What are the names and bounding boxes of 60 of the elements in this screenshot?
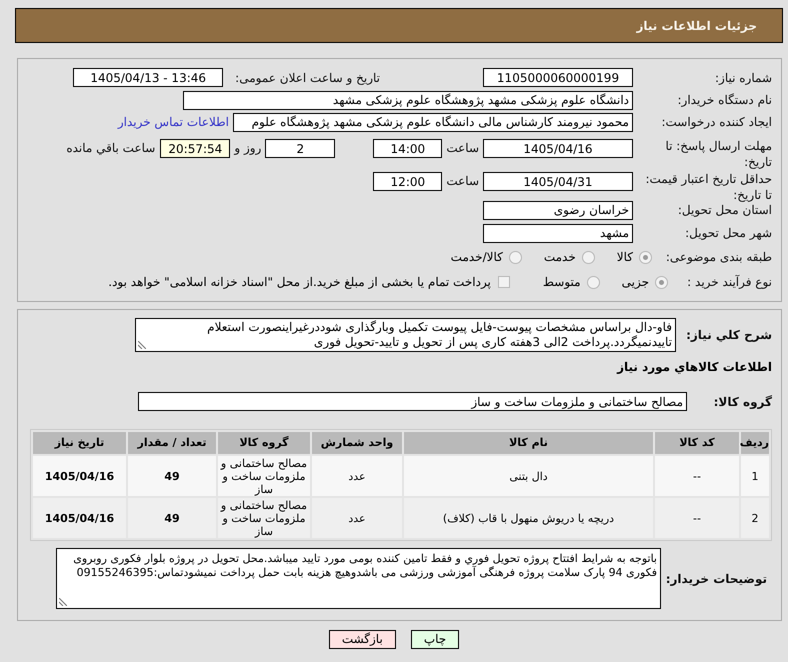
section-title: اطلاعات کالاهاي مورد نیاز: [617, 360, 772, 375]
remaining-time-field[interactable]: 20:57:54: [160, 139, 230, 158]
field-label: شهر محل تحویل:: [684, 225, 772, 241]
validity-date-field[interactable]: 1405/04/31: [483, 172, 633, 191]
days-field[interactable]: 2: [265, 139, 336, 158]
column-header: نام کالا: [404, 432, 653, 454]
field-label: ایجاد کننده درخواست:: [660, 114, 772, 130]
field-label: طبقه بندی موضوعی:: [664, 249, 772, 265]
goods-group-field[interactable]: مصالح ساختمانی و ملزومات ساخت و ساز: [138, 392, 687, 411]
column-header: تعداد / مقدار: [128, 432, 216, 454]
buyer-notes-field[interactable]: باتوجه به شرایط افتتاح پروژه تحویل فوري و فقط تامین کننده بومی مورد تایید میباشد.محل تحویل در پروژه بلوار فکوری روبروی فکوری 94 پارک سلامت پروژه فرهنگی آموزشی ورزشی می باشدوهیچ هزینه بابت حمل پرداخت نمیشودتماس:09155246395: [56, 548, 661, 609]
field-label: گروه کالا:: [712, 394, 772, 410]
column-header: گروه کالا: [218, 432, 310, 454]
field-label: شماره نیاز:: [714, 70, 772, 86]
column-header: کد کالا: [655, 432, 739, 454]
table-cell: مصالح ساختمانی و ملزومات ساخت و ساز: [218, 498, 310, 538]
need-number-field[interactable]: 1105000060000199: [483, 68, 633, 87]
description-field[interactable]: فاو-دال براساس مشخصات پیوست-فایل پیوست تکمیل وبارگذاری شوددرغیراینصورت استعلام تاییدنمیگردد.پرداخت 2الی 3هفته کاری پس از تحویل و تایید-تحویل فوری: [135, 318, 676, 352]
requester-field[interactable]: محمود نیرومند کارشناس مالی دانشگاه علوم پزشکی مشهد پژوهشگاه علوم: [233, 112, 633, 132]
table-cell: 1: [741, 456, 769, 496]
field-label: تاریخ و ساعت اعلان عمومی:: [235, 70, 380, 86]
field-label: ساعت باقي مانده: [66, 140, 156, 156]
column-header: واحد شمارش: [312, 432, 402, 454]
field-label: نام دستگاه خریدار:: [676, 92, 772, 108]
field-label: نوع فرآیند خرید :: [686, 274, 772, 290]
announce-date-field[interactable]: 1405/04/13 - 13:46: [73, 68, 224, 87]
table-cell: --: [655, 498, 739, 538]
back-button[interactable]: بازگشت: [328, 630, 396, 649]
province-field[interactable]: خراسان رضوی: [483, 200, 633, 220]
resize-handle-icon[interactable]: [138, 341, 146, 349]
field-label: شرح کلي نیاز:: [685, 327, 772, 343]
field-label: توضیحات خریدار:: [664, 570, 767, 586]
field-label: ساعت: [445, 140, 480, 156]
table-cell: 2: [741, 498, 769, 538]
city-field[interactable]: مشهد: [483, 224, 633, 242]
buyer-org-field[interactable]: دانشگاه علوم پزشکی مشهد پژوهشگاه علوم پزشکی مشهد: [183, 90, 633, 110]
table-cell: دال بتنی: [404, 456, 653, 496]
field-label: ساعت: [445, 173, 480, 189]
field-label: روز و: [232, 140, 262, 156]
page-title: جزئیات اطلاعات نیاز: [636, 18, 757, 34]
print-button[interactable]: چاپ: [410, 630, 460, 649]
deadline-time-field[interactable]: 14:00: [373, 139, 442, 158]
table-cell: 49: [128, 456, 216, 496]
validity-time-field[interactable]: 12:00: [373, 172, 442, 191]
table-cell: 1405/04/16: [33, 498, 126, 538]
buyer-contact-link[interactable]: اطلاعات تماس خریدار: [118, 113, 229, 131]
table-cell: عدد: [312, 456, 402, 496]
deadline-date-field[interactable]: 1405/04/16: [483, 139, 633, 158]
field-label: مهلت ارسال پاسخ: تا تاریخ:: [664, 138, 772, 170]
table-cell: 1405/04/16: [33, 456, 126, 496]
resize-handle-icon[interactable]: [59, 598, 67, 606]
field-label: حداقل تاریخ اعتبار قیمت: تا تاریخ:: [644, 171, 772, 203]
table-cell: --: [655, 456, 739, 496]
table-cell: مصالح ساختمانی و ملزومات ساخت و ساز: [218, 456, 310, 496]
column-header: تاریخ نیاز: [33, 432, 126, 454]
table-cell: 49: [128, 498, 216, 538]
field-label: استان محل تحویل:: [676, 202, 772, 218]
table-cell: دریچه یا دریوش منهول با قاب (کلاف): [404, 498, 653, 538]
column-header: ردیف: [741, 432, 769, 454]
table-cell: عدد: [312, 498, 402, 538]
